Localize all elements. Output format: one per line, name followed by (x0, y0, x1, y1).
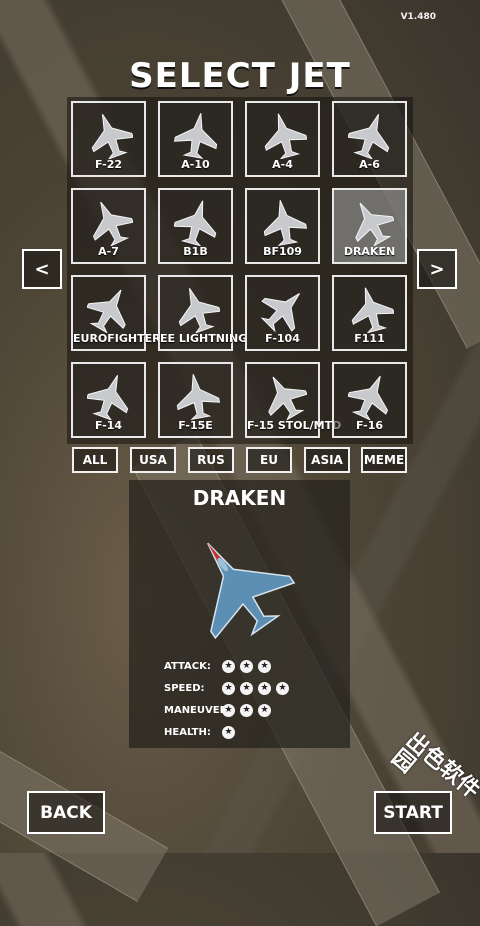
selected-jet-image (207, 542, 296, 640)
jet-name: F-104 (265, 332, 300, 345)
star-icon: ★ (222, 726, 235, 739)
jet-icon (264, 113, 307, 159)
next-page-button[interactable]: > (417, 249, 457, 289)
jet-icon (348, 114, 390, 159)
jet-card[interactable]: F-14 (71, 362, 146, 438)
jet-card[interactable]: A-6 (332, 101, 407, 177)
jet-icon (263, 200, 307, 246)
jet-grid: F-22 A-10 A-4 A-6 A-7 B1B BF109 DRAKEN EUROFIGHT… (67, 97, 413, 444)
filter-asia-button[interactable]: ASIA (304, 447, 350, 473)
jet-name: DRAKEN (343, 245, 396, 258)
jet-icon (87, 375, 129, 420)
jet-name: F-16 (355, 419, 384, 432)
jet-card[interactable]: EUROFIGHTER (71, 275, 161, 351)
jet-name: A-6 (359, 158, 380, 171)
star-icon: ★ (276, 682, 289, 695)
jet-card[interactable]: F-15E (158, 362, 233, 438)
stat-row: SPEED: ★ ★ ★ ★ (164, 682, 294, 695)
jet-name: F-15 STOL/MTD (247, 419, 342, 432)
jet-card[interactable]: F-22 (71, 101, 146, 177)
filter-all-button[interactable]: ALL (72, 447, 118, 473)
jet-name: A-10 (181, 158, 210, 171)
filter-meme-button[interactable]: MEME (361, 447, 407, 473)
jet-card[interactable]: B1B (158, 188, 233, 264)
jet-card[interactable]: A-10 (158, 101, 233, 177)
jet-detail-panel: DRAKEN ATTACK: ★ ★ ★ SPEED: ★ ★ ★ ★ MANEUVER: ★ ★ ★ H… (129, 480, 350, 748)
stat-row: HEALTH: ★ (164, 726, 240, 739)
jet-icon (351, 287, 394, 333)
star-icon: ★ (258, 682, 271, 695)
jet-name: B1B (183, 245, 208, 258)
stat-row: MANEUVER: ★ ★ ★ (164, 704, 276, 717)
jet-name: A-4 (272, 158, 293, 171)
jet-card[interactable]: A-7 (71, 188, 146, 264)
jet-card[interactable]: F-15 STOL/MTD (245, 362, 342, 438)
jet-name: F-22 (94, 158, 123, 171)
jet-card[interactable]: EE LIGHTNING (158, 275, 248, 351)
jet-card[interactable]: F111 (332, 275, 407, 351)
jet-name: BF109 (263, 245, 302, 258)
stat-label: ATTACK: (164, 661, 211, 672)
jet-icon (268, 376, 307, 420)
jet-name: F111 (354, 332, 385, 345)
jet-name: EE LIGHTNING (160, 332, 248, 345)
jet-icon (355, 202, 394, 246)
stat-row: ATTACK: ★ ★ ★ (164, 660, 276, 673)
star-icon: ★ (240, 704, 253, 717)
jet-icon (348, 375, 389, 420)
jet-icon (92, 201, 133, 246)
star-icon: ★ (240, 682, 253, 695)
filter-usa-button[interactable]: USA (130, 447, 176, 473)
star-icon: ★ (222, 660, 235, 673)
jet-card[interactable]: BF109 (245, 188, 320, 264)
jet-icon (87, 289, 126, 333)
jet-icon (178, 288, 220, 333)
page-title: SELECT JET (129, 56, 351, 96)
jet-card[interactable]: F-16 (332, 362, 407, 438)
jet-name: F-14 (94, 419, 123, 432)
stat-label: SPEED: (164, 683, 205, 694)
back-button[interactable]: BACK (27, 791, 105, 834)
jet-name: EUROFIGHTER (73, 332, 161, 345)
jet-card[interactable]: F-104 (245, 275, 320, 351)
jet-card[interactable]: A-4 (245, 101, 320, 177)
jet-icon (176, 374, 220, 420)
jet-name: A-7 (98, 245, 119, 258)
star-icon: ★ (240, 660, 253, 673)
prev-page-button[interactable]: < (22, 249, 62, 289)
star-icon: ★ (258, 660, 271, 673)
star-icon: ★ (222, 682, 235, 695)
star-icon: ★ (258, 704, 271, 717)
star-icon: ★ (222, 704, 235, 717)
jet-icon (174, 200, 217, 246)
version-label: V1.480 (400, 12, 436, 22)
jet-card[interactable]: DRAKEN (332, 188, 407, 264)
jet-icon (261, 293, 300, 333)
jet-name: F-15E (178, 419, 213, 432)
selected-jet-name: DRAKEN (192, 486, 287, 510)
stat-label: HEALTH: (164, 727, 211, 738)
jet-icon (91, 114, 133, 159)
filter-eu-button[interactable]: EU (246, 447, 292, 473)
jet-icon (174, 113, 218, 159)
stat-label: MANEUVER: (164, 705, 232, 716)
filter-rus-button[interactable]: RUS (188, 447, 234, 473)
